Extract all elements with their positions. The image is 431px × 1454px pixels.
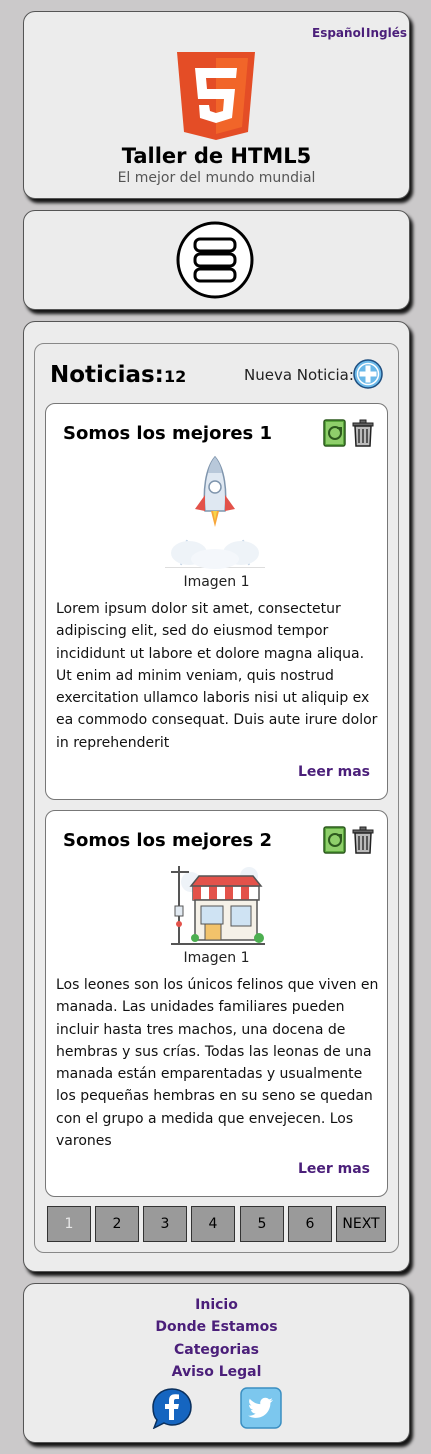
site-subtitle: El mejor del mundo mundial — [117, 170, 316, 186]
edit-icon[interactable] — [323, 418, 347, 448]
next-page-button[interactable]: NEXT — [336, 1206, 386, 1242]
news-card: Somos los mejores 1 Imagen 1 Lorem ipsum… — [45, 403, 388, 800]
page-button-4[interactable]: 4 — [191, 1206, 235, 1242]
lang-english-link[interactable]: Inglés — [366, 26, 407, 40]
news-card-text: Lorem ipsum dolor sit amet, consectetur … — [56, 601, 378, 751]
page-button-5[interactable]: 5 — [240, 1206, 284, 1242]
news-section: Noticias: 12 Nueva Noticia: Somos los me… — [34, 343, 399, 1253]
news-card-text: Los leones son los únicos felinos que vi… — [56, 977, 379, 1150]
news-count: 12 — [164, 367, 187, 386]
add-plus-icon[interactable] — [353, 359, 383, 389]
footer-link-donde-estamos[interactable]: Donde Estamos — [24, 1319, 409, 1335]
page-button-1[interactable]: 1 — [47, 1206, 91, 1242]
news-card-caption: Imagen 1 — [183, 574, 250, 590]
twitter-icon[interactable] — [240, 1387, 282, 1429]
news-card-actions — [323, 418, 375, 448]
read-more-link[interactable]: Leer mas — [298, 764, 370, 780]
trash-icon[interactable] — [351, 418, 375, 448]
news-heading: Noticias: — [50, 362, 164, 388]
menu-panel — [23, 210, 410, 310]
hamburger-menu-icon[interactable] — [175, 220, 255, 300]
site-header: Español Inglés Taller de HTML5 El mejor … — [23, 11, 410, 199]
new-news-label: Nueva Noticia: — [244, 366, 354, 384]
shop-illustration — [171, 866, 265, 945]
footer-link-inicio[interactable]: Inicio — [24, 1297, 409, 1313]
footer-link-aviso-legal[interactable]: Aviso Legal — [24, 1364, 409, 1380]
trash-icon[interactable] — [351, 825, 375, 855]
edit-icon[interactable] — [323, 825, 347, 855]
news-card-title: Somos los mejores 1 — [63, 423, 273, 444]
page-button-3[interactable]: 3 — [143, 1206, 187, 1242]
facebook-icon[interactable] — [151, 1387, 193, 1429]
page-button-6[interactable]: 6 — [288, 1206, 332, 1242]
site-footer: Inicio Donde Estamos Categorias Aviso Le… — [23, 1283, 410, 1443]
footer-link-categorias[interactable]: Categorias — [24, 1342, 409, 1358]
news-card-title: Somos los mejores 2 — [63, 830, 273, 851]
lang-spanish-link[interactable]: Español — [312, 26, 365, 40]
main-content: Noticias: 12 Nueva Noticia: Somos los me… — [23, 321, 410, 1272]
rocket-illustration — [165, 455, 265, 569]
html5-logo-icon — [177, 52, 255, 140]
site-title: Taller de HTML5 — [121, 144, 312, 168]
news-card-caption: Imagen 1 — [183, 950, 250, 966]
page-button-2[interactable]: 2 — [95, 1206, 139, 1242]
news-card: Somos los mejores 2 Imagen 1 Los leones … — [45, 810, 388, 1197]
news-card-actions — [323, 825, 375, 855]
read-more-link[interactable]: Leer mas — [298, 1161, 370, 1177]
